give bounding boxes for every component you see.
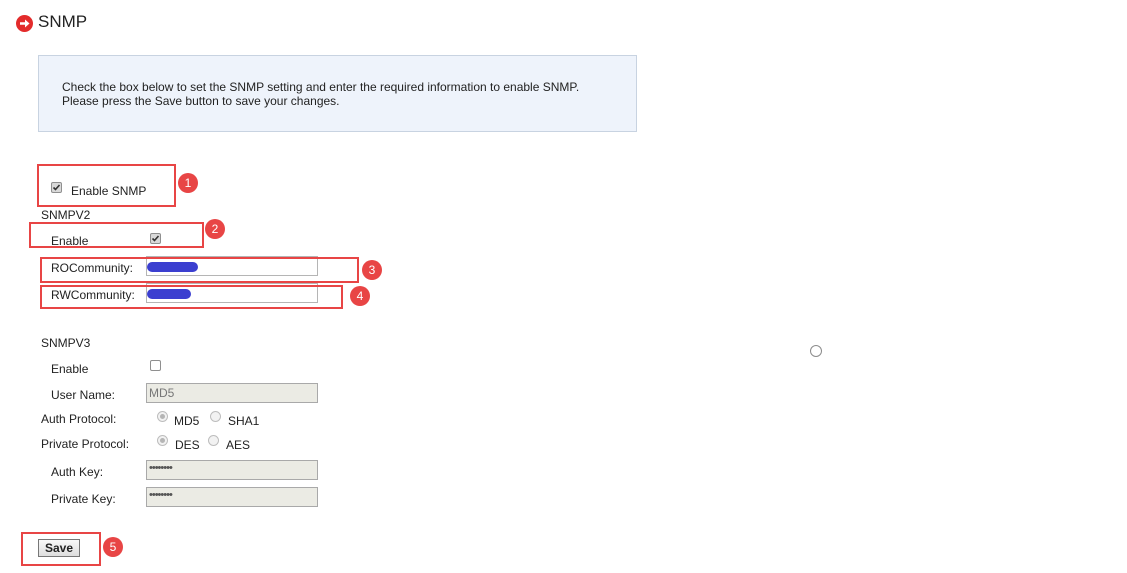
annotation-badge-5: 5 bbox=[103, 537, 123, 557]
username-label: User Name: bbox=[51, 388, 116, 402]
annotation-badge-2: 2 bbox=[205, 219, 225, 239]
username-value: MD5 bbox=[149, 386, 175, 400]
info-panel: Check the box below to set the SNMP sett… bbox=[38, 55, 637, 132]
private-des-label: DES bbox=[175, 438, 200, 452]
radio-circle[interactable] bbox=[810, 345, 822, 357]
auth-protocol-label: Auth Protocol: bbox=[41, 412, 117, 426]
auth-key-value: •••••••• bbox=[149, 462, 173, 474]
private-des-radio[interactable] bbox=[157, 435, 168, 446]
page-title: SNMP bbox=[38, 12, 88, 31]
username-input[interactable]: MD5 bbox=[146, 383, 318, 403]
private-protocol-label: Private Protocol: bbox=[41, 437, 130, 451]
annotation-box-5 bbox=[21, 532, 101, 566]
private-aes-label: AES bbox=[226, 438, 251, 452]
annotation-box-3 bbox=[40, 257, 359, 283]
private-key-input[interactable]: •••••••• bbox=[146, 487, 318, 507]
auth-sha1-label: SHA1 bbox=[228, 414, 260, 428]
snmpv3-heading: SNMPV3 bbox=[41, 336, 91, 350]
auth-sha1-radio[interactable] bbox=[210, 411, 221, 422]
annotation-box-4 bbox=[40, 285, 343, 309]
snmpv3-enable-label: Enable bbox=[51, 362, 89, 376]
auth-md5-label: MD5 bbox=[174, 414, 200, 428]
auth-key-label: Auth Key: bbox=[51, 465, 104, 479]
annotation-badge-3: 3 bbox=[362, 260, 382, 280]
snmpv2-heading: SNMPV2 bbox=[41, 208, 91, 222]
private-aes-radio[interactable] bbox=[208, 435, 219, 446]
annotation-badge-1: 1 bbox=[178, 173, 198, 193]
annotation-box-2 bbox=[29, 222, 204, 248]
arrow-right-circle-icon bbox=[16, 15, 33, 32]
private-key-value: •••••••• bbox=[149, 489, 173, 501]
private-key-label: Private Key: bbox=[51, 492, 116, 506]
annotation-badge-4: 4 bbox=[350, 286, 370, 306]
info-line-2: Please press the Save button to save you… bbox=[62, 94, 340, 108]
auth-key-input[interactable]: •••••••• bbox=[146, 460, 318, 480]
info-line-1: Check the box below to set the SNMP sett… bbox=[62, 80, 580, 94]
auth-md5-radio[interactable] bbox=[157, 411, 168, 422]
annotation-box-1 bbox=[37, 164, 176, 207]
snmpv3-enable-checkbox[interactable] bbox=[150, 360, 161, 371]
